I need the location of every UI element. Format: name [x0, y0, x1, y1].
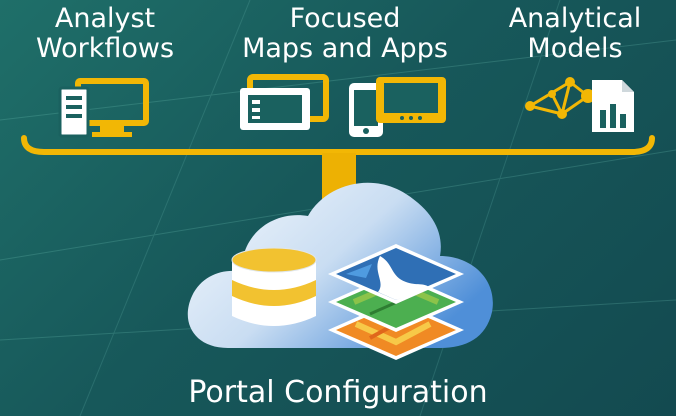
database-icon [231, 247, 317, 326]
portal-configuration-label: Portal Configuration [188, 375, 488, 410]
diagram-canvas: Analyst Workflows Focused Maps and Apps … [0, 0, 676, 416]
connector-brace [21, 135, 655, 199]
map-layers-icon [328, 244, 464, 360]
